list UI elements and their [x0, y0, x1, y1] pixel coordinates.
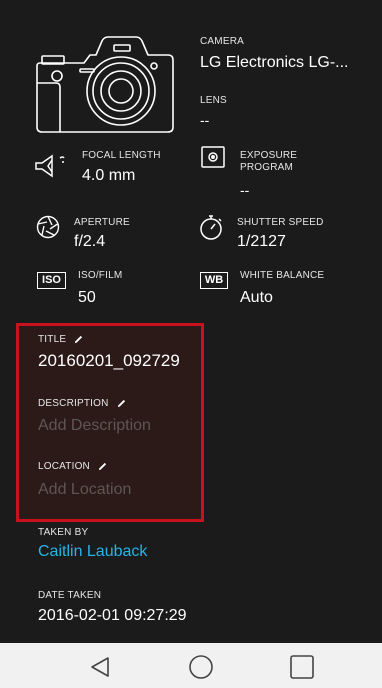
shutter-speed-label: SHUTTER SPEED: [237, 217, 324, 228]
exposure-program-value: --: [240, 182, 250, 198]
location-label: LOCATION: [38, 461, 90, 472]
iso-icon: ISO: [37, 272, 66, 289]
recents-button[interactable]: [288, 653, 316, 681]
edit-pencil-icon[interactable]: [74, 335, 83, 344]
photo-info-panel: CAMERA LG Electronics LG-... LENS -- FOC…: [0, 0, 382, 643]
recents-icon: [290, 655, 314, 679]
white-balance-value: Auto: [240, 289, 273, 306]
focal-length-icon: [35, 154, 65, 178]
edit-pencil-icon[interactable]: [98, 462, 107, 471]
location-input[interactable]: Add Location: [38, 480, 131, 500]
back-button[interactable]: [86, 653, 114, 681]
taken-by-label: TAKEN BY: [38, 527, 89, 538]
back-icon: [91, 657, 109, 677]
camera-value: LG Electronics LG-...: [200, 54, 349, 71]
aperture-label: APERTURE: [74, 217, 130, 228]
description-label: DESCRIPTION: [38, 398, 109, 409]
white-balance-icon: WB: [200, 272, 228, 289]
title-field-label[interactable]: TITLE: [38, 334, 83, 346]
description-input[interactable]: Add Description: [38, 416, 151, 436]
taken-by-link[interactable]: Caitlin Lauback: [38, 542, 147, 562]
location-field-label[interactable]: LOCATION: [38, 461, 107, 473]
date-taken-label: DATE TAKEN: [38, 590, 102, 601]
navigation-bar: [0, 643, 382, 688]
exposure-program-icon: [201, 146, 225, 168]
focal-length-label: FOCAL LENGTH: [82, 150, 161, 161]
iso-label: ISO/FILM: [78, 270, 123, 281]
title-label: TITLE: [38, 334, 67, 345]
date-taken-value: 2016-02-01 09:27:29: [38, 607, 187, 624]
lens-label: LENS: [200, 95, 227, 106]
shutter-speed-icon: [200, 215, 222, 240]
aperture-value: f/2.4: [74, 233, 106, 250]
aperture-icon: [36, 215, 60, 239]
camera-icon: [36, 36, 174, 133]
exposure-program-label-2: PROGRAM: [240, 162, 294, 173]
focal-length-value: 4.0 mm: [82, 167, 136, 184]
edit-pencil-icon[interactable]: [117, 399, 126, 408]
shutter-speed-value: 1/2127: [237, 233, 286, 250]
lens-value: --: [200, 112, 210, 128]
title-value[interactable]: 20160201_092729: [38, 351, 180, 371]
description-field-label[interactable]: DESCRIPTION: [38, 398, 126, 410]
iso-value: 50: [78, 289, 96, 306]
home-icon: [189, 655, 213, 679]
exposure-program-label-1: EXPOSURE: [240, 150, 298, 161]
white-balance-label: WHITE BALANCE: [240, 270, 325, 281]
home-button[interactable]: [187, 653, 215, 681]
camera-label: CAMERA: [200, 36, 244, 47]
